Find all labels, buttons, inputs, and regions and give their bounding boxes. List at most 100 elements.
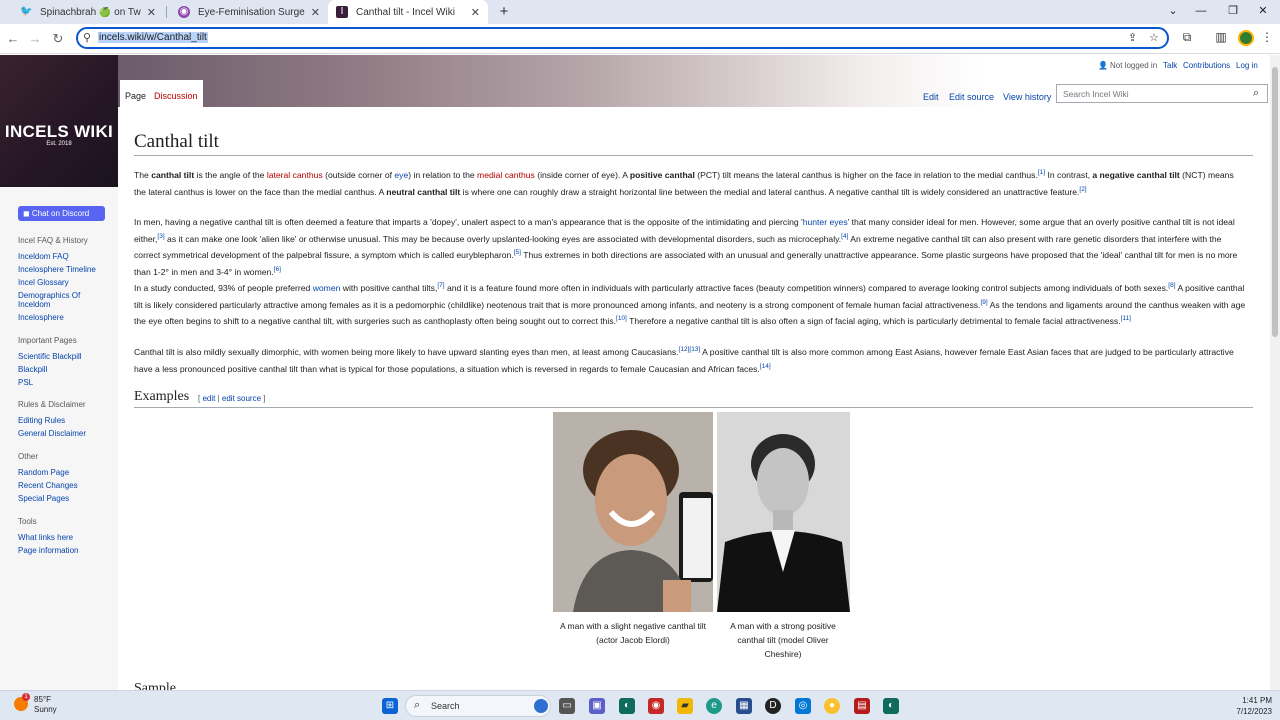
app-icon[interactable]: ◐ [619,698,635,714]
sidebar-item-inceldom-faq[interactable]: Inceldom FAQ [18,252,113,261]
new-tab-icon[interactable]: + [494,2,514,22]
sidebar-item-special-pages[interactable]: Special Pages [18,494,113,503]
photo-positive-tilt-image [717,412,850,612]
edge-browser-icon[interactable]: e [706,698,722,714]
sidebar-item-timeline[interactable]: Incelosphere Timeline [18,265,113,274]
app-teal-icon[interactable]: ◐ [883,698,899,714]
task-view-icon[interactable]: ▭ [559,698,575,714]
wiki-sidebar: INCELS WIKI Est. 2018 ◼ Chat on Discord … [0,55,118,690]
sidebar-heading-important: Important Pages [18,336,77,345]
photo-negative-tilt[interactable] [553,412,713,612]
sidebar-item-page-information[interactable]: Page information [18,546,113,555]
sidebar-item-random-page[interactable]: Random Page [18,468,113,477]
sidebar-item-editing-rules[interactable]: Editing Rules [18,416,113,425]
sidebar-item-glossary[interactable]: Incel Glossary [18,278,113,287]
scrollbar-thumb[interactable] [1272,67,1278,337]
caption-negative-tilt: A man with a slight negative canthal til… [560,621,706,645]
talk-link[interactable]: Talk [1163,61,1177,70]
close-window-icon[interactable]: ✕ [1246,0,1280,22]
tab-page[interactable]: Page [120,80,152,107]
not-logged-in-label: Not logged in [1110,61,1158,70]
caption-positive-tilt: A man with a strong positive canthal til… [730,621,836,659]
sidebar-item-incelosphere[interactable]: Incelosphere [18,313,113,322]
extensions-puzzle-icon[interactable]: ⧉ [1178,30,1196,45]
tab-divider [166,6,167,18]
dell-icon[interactable]: D [765,698,781,714]
browser-tab-twitter[interactable]: 🐦 Spinachbrah 🍏 on Twitter: "Pe ✕ [12,0,164,24]
sidebar-item-disclaimer[interactable]: General Disclaimer [18,429,113,438]
site-info-icon[interactable]: ⚲ [83,31,91,44]
taskbar-clock[interactable]: 1:41 PM 7/12/2023 [1224,695,1272,717]
back-arrow-icon[interactable]: ← [4,30,22,48]
page-title: Canthal tilt [134,131,219,152]
sidebar-heading-other: Other [18,452,39,461]
sidebar-item-blackpill[interactable]: Blackpill [18,365,113,374]
browser-tab-eye-surgery[interactable]: ◉ Eye-Feminisation Surgery: What ✕ [170,0,328,24]
photo-negative-tilt-image [553,412,713,612]
profile-avatar[interactable] [1238,30,1254,46]
search-icon: ⌕ [414,699,421,711]
windows-taskbar: 1 85°F Sunny ⊞ ⌕ Search ▭ ▣ ◐ ◉ ▰ e ▦ D … [0,690,1280,720]
close-tab-icon[interactable]: ✕ [147,6,156,19]
teams-chat-icon[interactable]: ▣ [589,698,605,714]
share-icon[interactable]: ⇪ [1128,31,1137,44]
sidebar-item-scientific-blackpill[interactable]: Scientific Blackpill [18,352,113,361]
site-favicon: ◉ [178,6,190,18]
close-tab-icon[interactable]: ✕ [471,6,480,19]
forward-arrow-icon[interactable]: → [26,30,44,48]
paragraph-dimorphic: Canthal tilt is also mildly sexually dim… [134,346,1234,374]
tab-edit-source[interactable]: Edit source [949,92,994,102]
maximize-icon[interactable]: ❐ [1216,0,1250,22]
file-explorer-icon[interactable]: ▰ [677,698,693,714]
discord-chat-button[interactable]: ◼ Chat on Discord [18,206,105,221]
sidebar-item-psl[interactable]: PSL [18,378,113,387]
discord-icon: ◼ [23,209,32,218]
contributions-link[interactable]: Contributions [1183,61,1230,70]
article-content: Canthal tilt The canthal tilt is the ang… [118,107,1270,690]
bookmark-star-icon[interactable]: ☆ [1149,31,1159,44]
section-edit-link[interactable]: edit [202,394,215,403]
menu-kebab-icon[interactable]: ⋮ [1258,30,1276,44]
browser-tab-strip: 🐦 Spinachbrah 🍏 on Twitter: "Pe ✕ ◉ Eye-… [0,0,1280,24]
sidebar-item-what-links-here[interactable]: What links here [18,533,113,542]
app-red-icon[interactable]: ◉ [648,698,664,714]
windows-start-icon[interactable]: ⊞ [382,698,398,714]
page-scrollbar[interactable] [1270,55,1280,690]
app-recorder-icon[interactable]: ▤ [854,698,870,714]
section-heading-examples: Examples [134,389,190,404]
tab-view-history[interactable]: View history [1003,92,1051,102]
sidebar-item-recent-changes[interactable]: Recent Changes [18,481,113,490]
search-icon[interactable]: ⌕ [1253,87,1259,100]
address-bar[interactable]: ⚲ incels.wiki/w/Canthal_tilt ⇪ ☆ [76,27,1169,49]
minimize-icon[interactable]: — [1184,0,1218,22]
section-edit-source-link[interactable]: edit source [222,394,261,403]
section-heading-partial: Sample [134,681,176,690]
bing-icon [534,699,548,713]
section-divider [134,407,1253,408]
twitter-bird-icon: 🐦 [20,6,33,17]
paragraph-study: In a study conducted, 93% of people pref… [134,282,1246,327]
sidebar-item-demographics[interactable]: Demographics Of Inceldom [18,291,113,309]
paragraph-men: In men, having a negative canthal tilt i… [134,217,1238,277]
chrome-icon[interactable]: ● [824,698,840,714]
close-tab-icon[interactable]: ✕ [311,6,320,19]
user-icon: 👤 [1098,61,1108,70]
browser-toolbar: ← → ↻ ⚲ incels.wiki/w/Canthal_tilt ⇪ ☆ ⧉… [0,24,1280,54]
side-panel-icon[interactable]: ▥ [1212,30,1230,44]
wiki-logo[interactable]: INCELS WIKI Est. 2018 [0,55,118,187]
taskbar-search[interactable]: ⌕ Search [405,695,551,717]
reload-icon[interactable]: ↻ [49,30,67,48]
sidebar-heading-faq: Incel FAQ & History [18,236,88,245]
login-link[interactable]: Log in [1236,61,1258,70]
browser-tab-canthal-tilt[interactable]: I Canthal tilt - Incel Wiki ✕ [328,0,488,24]
app-blue-icon[interactable]: ◎ [795,698,811,714]
sidebar-heading-rules: Rules & Disclaimer [18,400,86,409]
wiki-search-input[interactable]: Search Incel Wiki ⌕ [1056,84,1268,103]
store-icon[interactable]: ▦ [736,698,752,714]
photo-positive-tilt[interactable] [717,412,850,612]
tab-edit[interactable]: Edit [923,92,939,102]
section-edit-links: [ edit | edit source ] [198,394,266,403]
tab-discussion[interactable]: Discussion [149,80,203,107]
title-divider [134,155,1253,156]
address-url[interactable]: incels.wiki/w/Canthal_tilt [98,32,208,43]
